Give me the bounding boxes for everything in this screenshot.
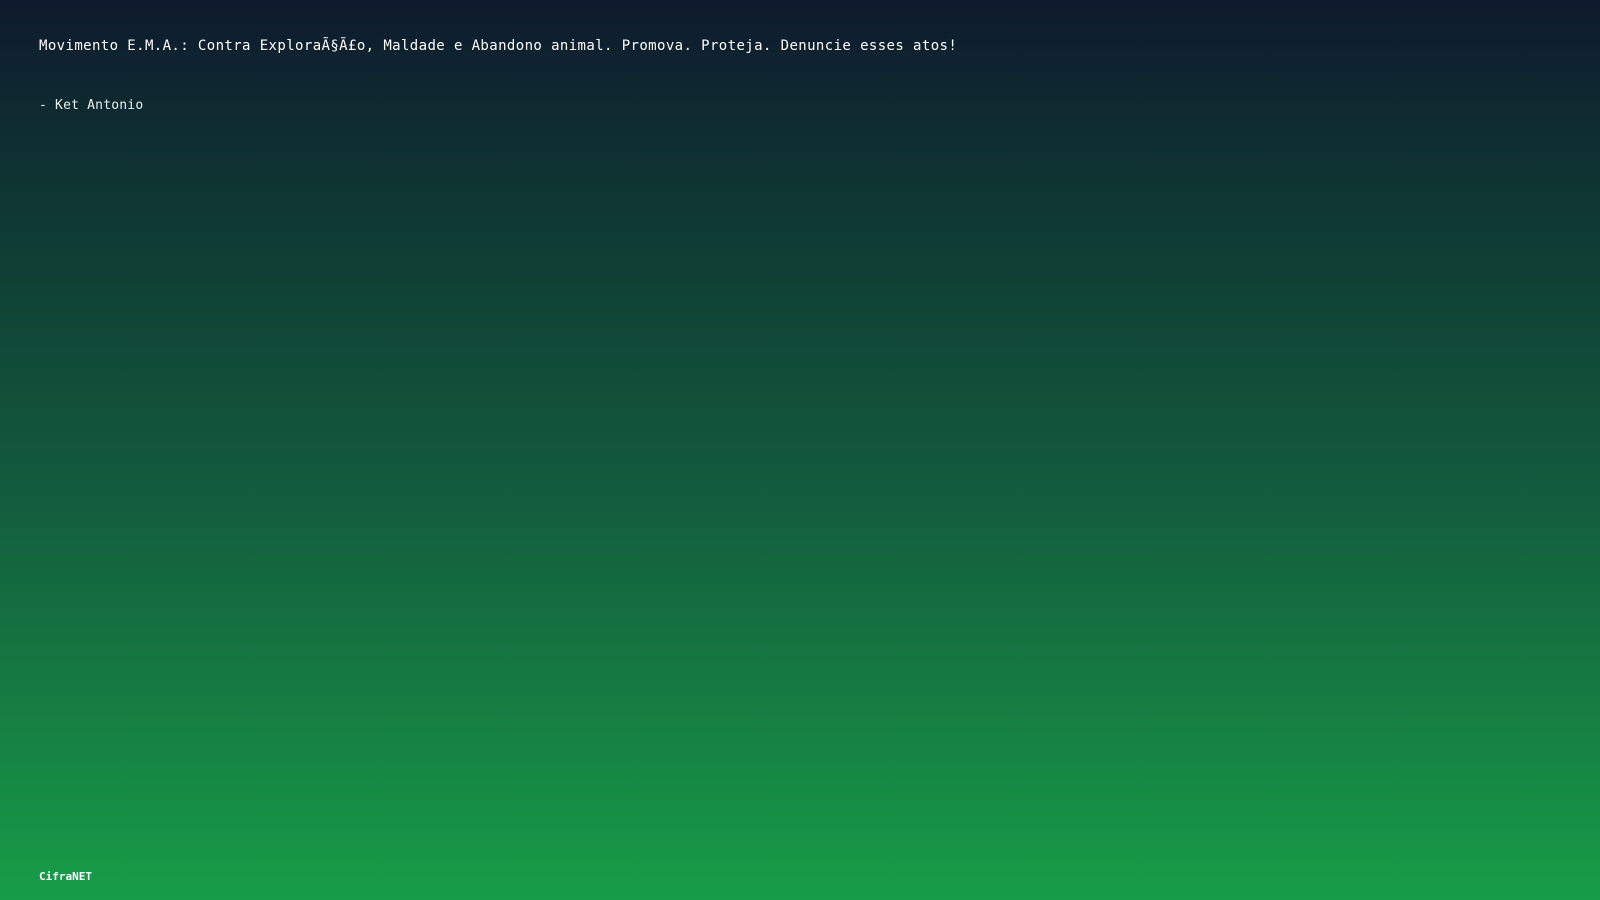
quote-author: - Ket Antonio <box>39 98 144 113</box>
brand-label: CifraNET <box>39 870 92 883</box>
quote-text: Movimento E.M.A.: Contra ExploraÃ§Ã£o, M… <box>39 38 958 54</box>
